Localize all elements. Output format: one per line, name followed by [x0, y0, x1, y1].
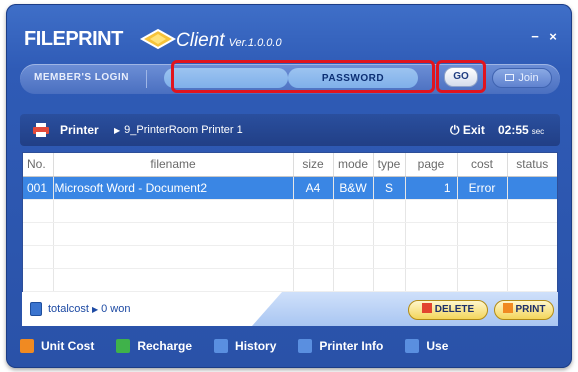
- join-icon: [505, 74, 515, 81]
- printer-label: Printer: [60, 123, 99, 137]
- col-page: page: [405, 153, 458, 177]
- printer-bar: Printer ▶ 9_PrinterRoom Printer 1 ⏻ Exit …: [20, 114, 560, 146]
- menu-label: Recharge: [137, 339, 193, 353]
- unit-cost-icon: [20, 339, 34, 353]
- minimize-button[interactable]: −: [528, 30, 542, 44]
- go-button[interactable]: GO: [444, 67, 478, 87]
- recharge-icon: [116, 339, 131, 353]
- menu-label: Printer Info: [319, 339, 384, 353]
- table-row-empty: [23, 268, 557, 292]
- menu-label: Use: [426, 339, 449, 353]
- menu-unit-cost[interactable]: Unit Cost: [20, 339, 94, 353]
- timer-value: 02:55: [498, 123, 529, 137]
- delete-label: DELETE: [434, 304, 475, 315]
- logo-print: PRINT: [65, 28, 123, 50]
- table-row-empty: [23, 222, 557, 246]
- totalcost-label: totalcost: [48, 303, 89, 315]
- app-subtitle: Client Ver.1.0.0.0: [176, 30, 282, 52]
- printer-icon: [33, 123, 49, 137]
- col-filename: filename: [53, 153, 294, 177]
- table-header-row: No. filename size mode type page cost st…: [23, 153, 557, 177]
- col-no: No.: [23, 153, 54, 177]
- col-cost: cost: [457, 153, 508, 177]
- exit-button[interactable]: ⏻ Exit: [450, 123, 485, 138]
- cell-status: [507, 176, 557, 200]
- join-label: Join: [518, 72, 539, 84]
- version-label: Ver.1.0.0.0: [228, 37, 282, 49]
- power-icon: ⏻: [450, 123, 463, 137]
- member-id-input[interactable]: [164, 68, 288, 88]
- session-timer: 02:55 sec: [498, 123, 544, 137]
- cell-cost: Error: [457, 176, 508, 200]
- cell-mode: B&W: [333, 176, 374, 200]
- bottom-menu: Unit Cost Recharge History Printer Info …: [20, 332, 560, 360]
- exit-label: Exit: [462, 123, 485, 137]
- menu-recharge[interactable]: Recharge: [116, 339, 192, 353]
- print-label: PRINT: [515, 304, 546, 315]
- table-row-empty: [23, 199, 557, 223]
- client-label: Client: [176, 30, 225, 51]
- totalcost-icon: [30, 302, 42, 316]
- arrow-icon: ▶: [91, 305, 99, 314]
- print-button[interactable]: PRINT: [494, 300, 554, 320]
- delete-button[interactable]: DELETE: [408, 300, 488, 320]
- logo-diamond-icon: [139, 28, 177, 50]
- print-job-table: No. filename size mode type page cost st…: [22, 152, 558, 292]
- menu-use[interactable]: Use: [405, 339, 448, 353]
- app-logo: FILEPRINT: [24, 28, 123, 51]
- printer-info-icon: [298, 339, 313, 353]
- col-mode: mode: [333, 153, 374, 177]
- print-icon: [502, 303, 513, 313]
- cell-filename: Microsoft Word - Document2: [53, 176, 294, 200]
- timer-unit: sec: [531, 127, 545, 136]
- cell-no: 001: [23, 176, 54, 200]
- menu-history[interactable]: History: [214, 339, 276, 353]
- history-icon: [214, 339, 229, 353]
- table-footer: totalcost ▶ 0 won DELETE PRINT: [22, 292, 558, 326]
- filepoint-client-window: FILEPRINT Client Ver.1.0.0.0 − × MEMBER'S…: [6, 4, 572, 368]
- cell-page: 1: [405, 176, 458, 200]
- menu-label: History: [235, 339, 277, 353]
- table-row-empty: [23, 245, 557, 269]
- menu-printer-info[interactable]: Printer Info: [298, 339, 383, 353]
- col-status: status: [507, 153, 557, 177]
- table-row[interactable]: 001 Microsoft Word - Document2 A4 B&W S …: [23, 176, 557, 200]
- menu-label: Unit Cost: [41, 339, 95, 353]
- totalcost-value: 0 won: [101, 303, 131, 315]
- window-buttons: − ×: [528, 30, 560, 44]
- close-button[interactable]: ×: [546, 30, 560, 44]
- login-divider: [146, 70, 147, 88]
- printer-name[interactable]: ▶ 9_PrinterRoom Printer 1: [114, 124, 243, 136]
- join-button[interactable]: Join: [492, 68, 552, 88]
- col-type: type: [373, 153, 406, 177]
- cell-size: A4: [293, 176, 334, 200]
- use-icon: [405, 339, 420, 353]
- password-input[interactable]: [288, 68, 418, 88]
- member-login-label: MEMBER'S LOGIN: [34, 72, 129, 83]
- cell-type: S: [373, 176, 406, 200]
- title-bar: FILEPRINT Client Ver.1.0.0.0 − ×: [6, 4, 572, 62]
- totalcost-area: totalcost ▶ 0 won: [22, 292, 282, 326]
- col-size: size: [293, 153, 334, 177]
- logo-file: FILE: [24, 28, 66, 50]
- printer-name-text: 9_PrinterRoom Printer 1: [124, 124, 243, 136]
- totalcost-text: totalcost ▶ 0 won: [48, 303, 130, 315]
- arrow-icon: ▶: [114, 126, 121, 135]
- delete-icon: [421, 303, 432, 313]
